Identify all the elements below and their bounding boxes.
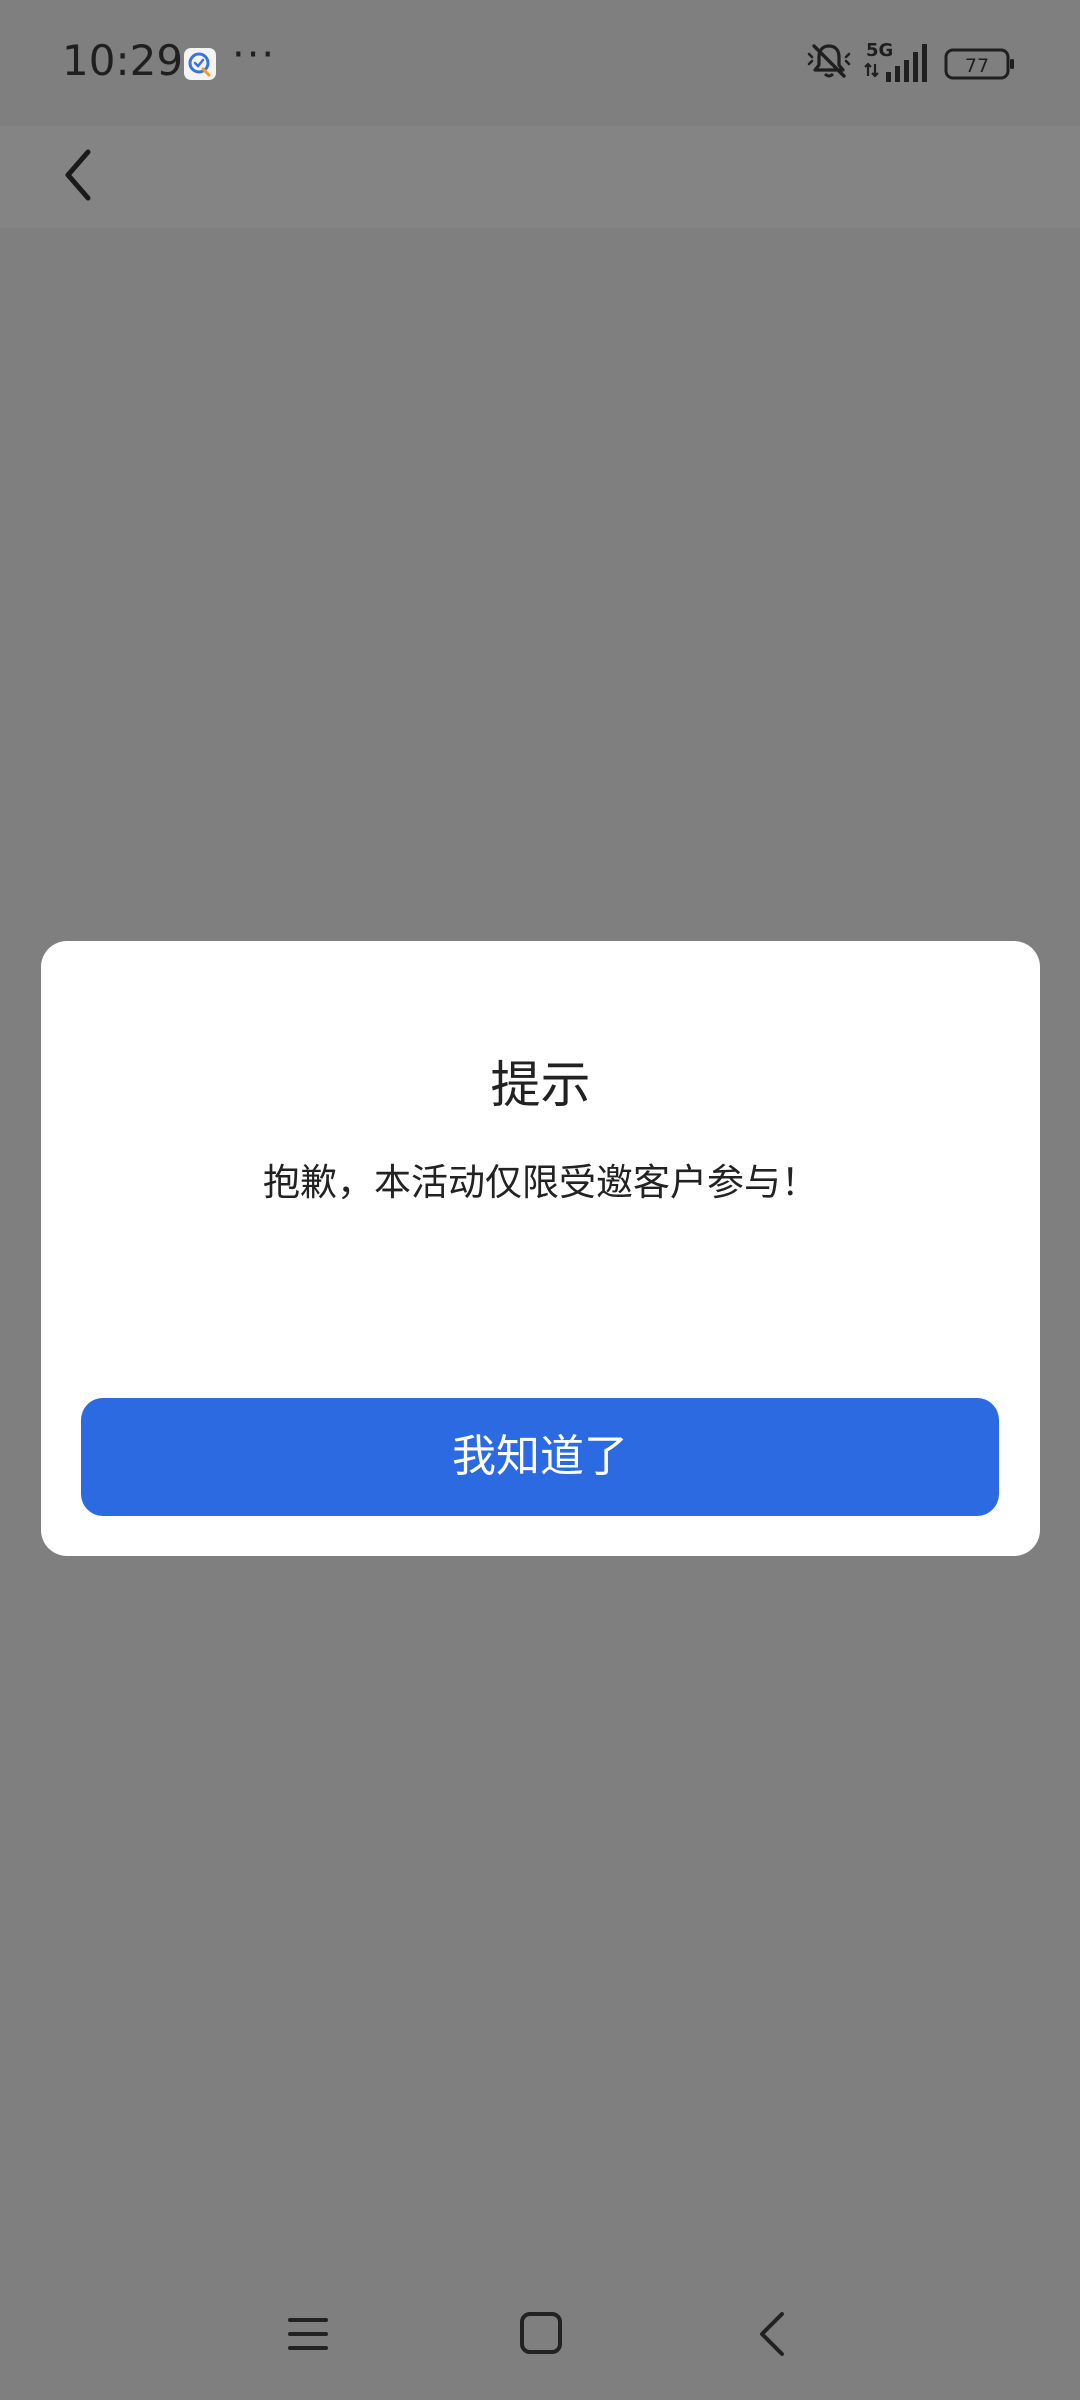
- menu-icon[interactable]: [286, 2312, 330, 2356]
- system-nav-bar: [0, 2272, 1080, 2400]
- back-icon[interactable]: [752, 2308, 792, 2360]
- battery-level: 77: [965, 55, 989, 77]
- status-bar: 10:29 ··· 5G 77: [0, 0, 1080, 126]
- network-type-label: 5G: [866, 40, 893, 61]
- signal-icon: 5G: [864, 40, 927, 82]
- app-notification-icon: [184, 48, 216, 80]
- chevron-left-icon[interactable]: [52, 140, 112, 210]
- dialog-title: 提示: [490, 1056, 591, 1114]
- status-time: 10:29: [62, 36, 184, 85]
- alert-dialog: 提示 抱歉，本活动仅限受邀客户参与！ 我知道了: [41, 941, 1040, 1556]
- home-icon[interactable]: [518, 2310, 564, 2356]
- more-notifications-indicator: ···: [232, 32, 277, 78]
- top-bar: [0, 126, 1080, 228]
- battery-icon: 77: [944, 48, 1014, 80]
- dialog-message: 抱歉，本活动仅限受邀客户参与！: [263, 1161, 818, 1204]
- mute-icon: [807, 44, 851, 78]
- confirm-button[interactable]: 我知道了: [81, 1398, 999, 1516]
